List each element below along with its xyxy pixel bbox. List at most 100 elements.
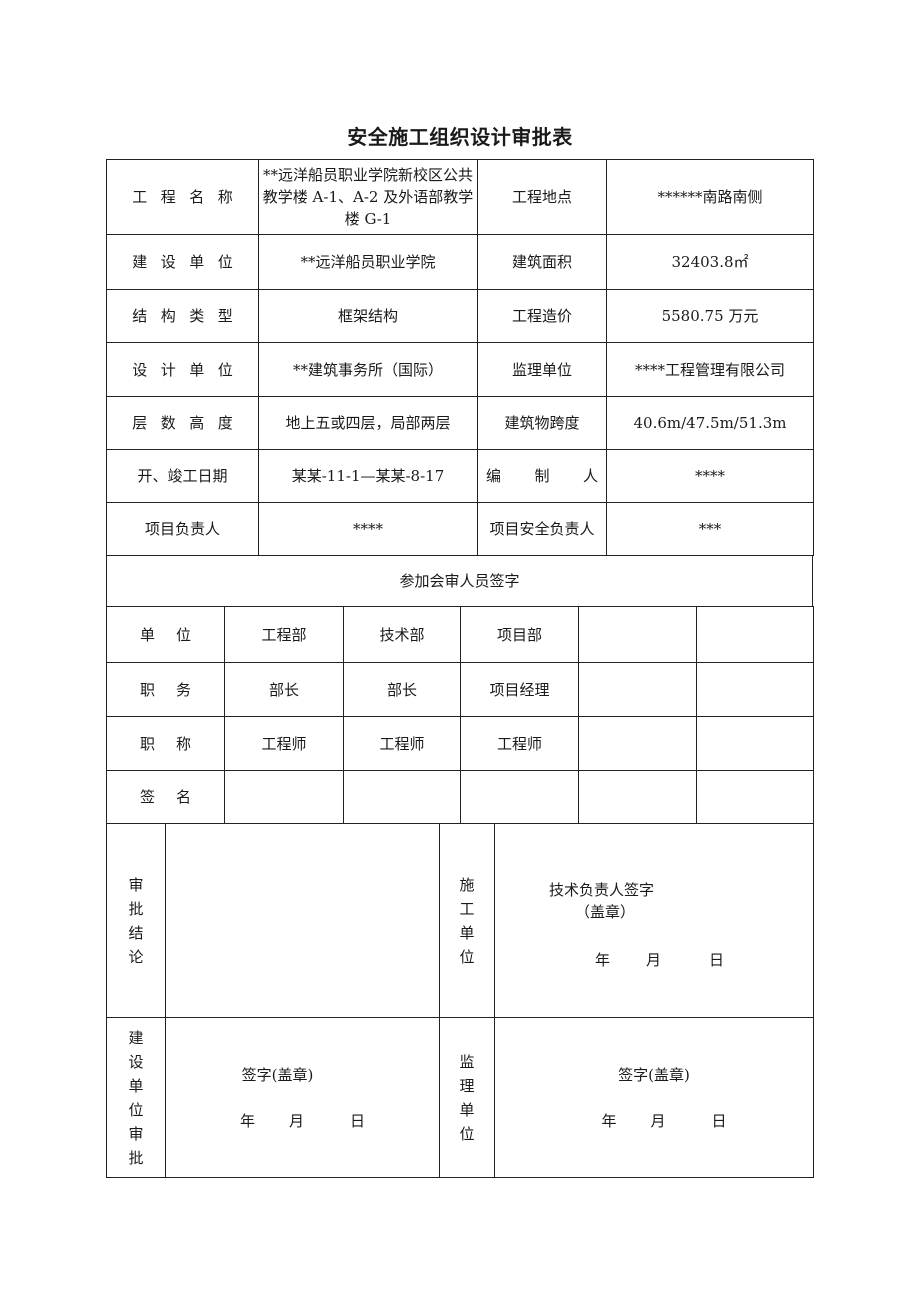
label-supervisor: 监 理 单 位 xyxy=(439,1017,495,1178)
review-cell: 部长 xyxy=(343,662,461,717)
value-safety-manager: *** xyxy=(606,502,814,556)
value-project-name: **远洋船员职业学院新校区公共教学楼 A-1、A-2 及外语部教学楼 G-1 xyxy=(258,159,478,235)
review-cell: 工程部 xyxy=(224,606,344,663)
label-char: 理 xyxy=(459,1076,475,1095)
label-project-location: 工程地点 xyxy=(477,159,607,235)
label-supervision-unit: 监理单位 xyxy=(477,342,607,397)
info-row-project-name: 工程名称 **远洋船员职业学院新校区公共教学楼 A-1、A-2 及外语部教学楼 … xyxy=(106,159,814,235)
review-header-table: 参加会审人员签字 xyxy=(106,555,813,607)
signature-field[interactable] xyxy=(578,770,697,824)
label-char: 位 xyxy=(459,947,475,966)
contractor-sign-label: 技术负责人签字 xyxy=(549,880,655,899)
label-design-unit: 设计单位 xyxy=(106,342,259,397)
info-row-designer: 设计单位 **建筑事务所（国际） 监理单位 ****工程管理有限公司 xyxy=(106,342,814,397)
label-contractor: 施 工 单 位 xyxy=(439,823,495,1018)
approval-table: 审 批 结 论 施 工 单 位 技术负责人签字 （盖章） 年月日 建 设 单 位… xyxy=(106,823,814,1178)
info-row-structure: 结构类型 框架结构 工程造价 5580.75 万元 xyxy=(106,289,814,343)
review-cell xyxy=(578,606,697,663)
info-row-floors: 层数高度 地上五或四层，局部两层 建筑物跨度 40.6m/47.5m/51.3m xyxy=(106,396,814,450)
date-day: 日 xyxy=(709,950,725,969)
contractor-signature-field[interactable]: 技术负责人签字 （盖章） 年 月 日 xyxy=(494,823,814,1018)
signature-field[interactable] xyxy=(224,770,344,824)
date-day: 日 xyxy=(711,1111,727,1130)
label-compiler-char: 人 xyxy=(582,467,598,485)
label-char: 单 xyxy=(459,923,475,942)
contractor-stamp-label: （盖章） xyxy=(575,902,636,921)
info-row-dates: 开、竣工日期 某某-11-1—某某-8-17 编 制 人 **** xyxy=(106,449,814,503)
approval-row-conclusion: 审 批 结 论 施 工 单 位 技术负责人签字 （盖章） 年 月 日 xyxy=(106,823,814,1018)
value-compiler: **** xyxy=(606,449,814,503)
label-char: 审 xyxy=(128,875,144,894)
value-supervision-unit: ****工程管理有限公司 xyxy=(606,342,814,397)
supervisor-signature-field[interactable]: 签字(盖章) 年 月 日 xyxy=(494,1017,814,1178)
page-title: 安全施工组织设计审批表 xyxy=(347,125,573,149)
value-building-span: 40.6m/47.5m/51.3m xyxy=(606,396,814,450)
label-char: 位 xyxy=(459,1124,475,1143)
review-cell xyxy=(696,606,814,663)
info-row-managers: 项目负责人 **** 项目安全负责人 *** xyxy=(106,502,814,556)
review-signature-table: 单位 工程部 技术部 项目部 职务 部长 部长 项目经理 职称 工程师 工程师 … xyxy=(106,606,814,824)
owner-signature-field[interactable]: 签字(盖章) 年 月 日 xyxy=(165,1017,440,1178)
value-structure-type: 框架结构 xyxy=(258,289,478,343)
review-cell: 技术部 xyxy=(343,606,461,663)
label-compiler: 编 制 人 xyxy=(477,449,607,503)
value-floors-height: 地上五或四层，局部两层 xyxy=(258,396,478,450)
review-row-position: 职务 部长 部长 项目经理 xyxy=(106,662,814,717)
approval-row-owner-supervisor: 建 设 单 位 审 批 签字(盖章) 年 月 日 监 理 单 位 签字(盖章) 年 月… xyxy=(106,1017,814,1178)
review-cell: 工程师 xyxy=(343,716,461,771)
label-safety-manager: 项目安全负责人 xyxy=(477,502,607,556)
label-approval-conclusion: 审 批 结 论 xyxy=(106,823,166,1018)
label-char: 结 xyxy=(128,923,144,942)
label-project-manager: 项目负责人 xyxy=(106,502,259,556)
label-owner-approval: 建 设 单 位 审 批 xyxy=(106,1017,166,1178)
label-char: 论 xyxy=(128,947,144,966)
label-char: 设 xyxy=(128,1052,144,1071)
date-month: 月 xyxy=(288,1111,304,1130)
review-header: 参加会审人员签字 xyxy=(106,555,813,607)
review-label-position: 职务 xyxy=(106,662,225,717)
label-project-cost: 工程造价 xyxy=(477,289,607,343)
label-char: 工 xyxy=(459,899,475,918)
label-owner: 建设单位 xyxy=(106,234,259,290)
signature-field[interactable] xyxy=(343,770,461,824)
owner-sign-label: 签字(盖章) xyxy=(241,1065,314,1084)
label-char: 监 xyxy=(459,1052,475,1071)
date-day: 日 xyxy=(350,1111,366,1130)
date-month: 月 xyxy=(646,950,662,969)
value-project-manager: **** xyxy=(258,502,478,556)
label-start-end-date: 开、竣工日期 xyxy=(106,449,259,503)
signature-field[interactable] xyxy=(696,770,814,824)
signature-field[interactable] xyxy=(460,770,579,824)
review-cell xyxy=(578,716,697,771)
date-year: 年 xyxy=(601,1111,617,1130)
value-design-unit: **建筑事务所（国际） xyxy=(258,342,478,397)
date-month: 月 xyxy=(650,1111,666,1130)
supervisor-date: 年月日 xyxy=(495,1110,813,1132)
label-char: 批 xyxy=(128,1148,144,1167)
review-label-title: 职称 xyxy=(106,716,225,771)
review-cell: 工程师 xyxy=(460,716,579,771)
review-cell: 项目部 xyxy=(460,606,579,663)
label-compiler-char: 编 xyxy=(486,467,502,485)
review-cell xyxy=(578,662,697,717)
review-row-title: 职称 工程师 工程师 工程师 xyxy=(106,716,814,771)
label-floors-height: 层数高度 xyxy=(106,396,259,450)
value-project-cost: 5580.75 万元 xyxy=(606,289,814,343)
label-char: 施 xyxy=(459,875,475,894)
label-char: 单 xyxy=(128,1076,144,1095)
value-owner: **远洋船员职业学院 xyxy=(258,234,478,290)
review-cell xyxy=(696,716,814,771)
date-year: 年 xyxy=(595,950,611,969)
label-compiler-char: 制 xyxy=(534,467,550,485)
label-building-span: 建筑物跨度 xyxy=(477,396,607,450)
value-start-end-date: 某某-11-1—某某-8-17 xyxy=(258,449,478,503)
label-building-area: 建筑面积 xyxy=(477,234,607,290)
owner-date: 年月日 xyxy=(166,1110,439,1132)
project-info-table: 工程名称 **远洋船员职业学院新校区公共教学楼 A-1、A-2 及外语部教学楼 … xyxy=(106,159,814,556)
info-row-owner: 建设单位 **远洋船员职业学院 建筑面积 32403.8㎡ xyxy=(106,234,814,290)
approval-conclusion-field[interactable] xyxy=(165,823,440,1018)
label-char: 位 xyxy=(128,1100,144,1119)
label-char: 单 xyxy=(459,1100,475,1119)
review-cell: 项目经理 xyxy=(460,662,579,717)
review-cell: 部长 xyxy=(224,662,344,717)
